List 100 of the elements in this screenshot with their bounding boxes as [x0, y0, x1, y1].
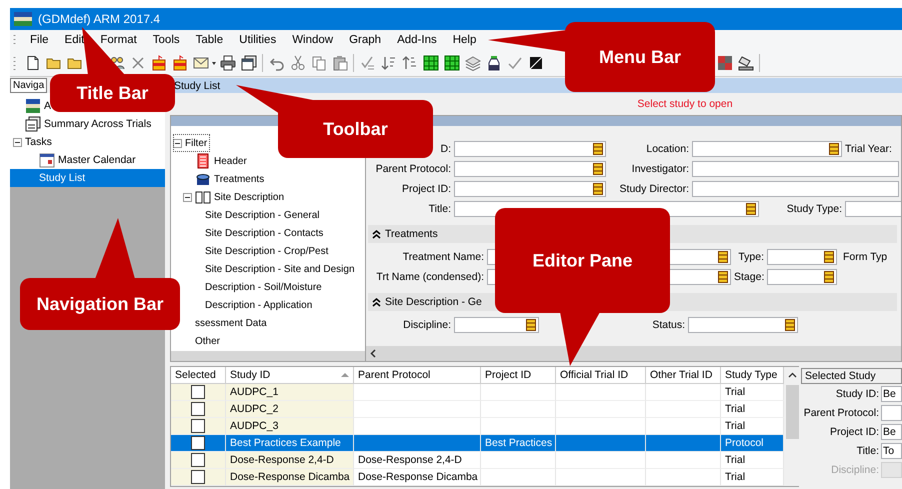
windows-icon[interactable]	[240, 54, 256, 70]
menu-item[interactable]: Utilities	[231, 34, 284, 46]
collapse-icon[interactable]	[372, 229, 381, 239]
tree-item[interactable]: Other	[183, 332, 224, 350]
envelope-icon[interactable]	[192, 54, 208, 70]
grid-icon[interactable]	[422, 54, 438, 70]
nav-item[interactable]: Tasks	[13, 133, 55, 151]
column-header[interactable]: Project ID	[481, 367, 556, 384]
text-field[interactable]	[454, 141, 606, 157]
nav-item[interactable]: A	[13, 97, 54, 115]
tree-item[interactable]: Site Description	[183, 188, 288, 206]
scissors-icon[interactable]	[290, 54, 306, 70]
stack-icon[interactable]	[824, 271, 834, 283]
nav-item[interactable]: Master Calendar	[27, 151, 139, 169]
menu-item[interactable]: Window	[284, 34, 342, 46]
text-field[interactable]	[692, 141, 842, 157]
table-row[interactable]: Dose-Response 2,4-D Dose-Response 2,4-D Trial	[171, 452, 784, 469]
check-icon[interactable]	[506, 54, 522, 70]
cross-icon[interactable]	[130, 54, 146, 70]
nav-item[interactable]: Study List	[10, 169, 165, 187]
text-field[interactable]	[454, 317, 539, 333]
tree-item[interactable]: ssessment Data	[183, 314, 270, 332]
scrollbar-thumb[interactable]	[786, 385, 798, 439]
tree-item[interactable]: Description - Soil/Moisture	[193, 278, 325, 296]
layers-icon[interactable]	[464, 54, 480, 70]
stack-icon[interactable]	[526, 319, 536, 331]
collapse-icon[interactable]	[372, 297, 381, 307]
stack-icon[interactable]	[785, 319, 795, 331]
gift-icon[interactable]	[172, 54, 188, 70]
stack-icon[interactable]	[746, 203, 756, 215]
tree-item[interactable]: Header	[183, 152, 250, 170]
column-header[interactable]: Parent Protocol	[354, 367, 481, 384]
menu-item[interactable]: Help	[444, 34, 484, 46]
check-lines-icon[interactable]	[360, 54, 376, 70]
checker-icon[interactable]	[716, 54, 732, 70]
square-icon[interactable]	[528, 54, 544, 70]
stack-icon[interactable]	[824, 251, 834, 263]
bottle-icon[interactable]	[486, 54, 502, 70]
stamp-icon[interactable]	[738, 54, 754, 70]
menu-item[interactable]: File	[22, 34, 57, 46]
stack-icon[interactable]	[718, 251, 728, 263]
gift-icon[interactable]	[150, 54, 166, 70]
checkbox[interactable]	[191, 470, 205, 484]
clipboard-icon[interactable]	[332, 54, 348, 70]
stack-icon[interactable]	[593, 163, 603, 175]
stack-icon[interactable]	[829, 143, 839, 155]
tree-item[interactable]: Site Description - Site and Design	[193, 260, 358, 278]
column-header[interactable]: Selected	[171, 367, 226, 384]
scrollbar[interactable]	[366, 346, 901, 361]
collapse-icon[interactable]	[13, 138, 22, 146]
table-row[interactable]: AUDPC_1 Trial	[171, 384, 784, 401]
tree-item[interactable]: Site Description - Contacts	[193, 224, 326, 242]
column-header[interactable]: Other Trial ID	[646, 367, 721, 384]
collapse-icon[interactable]	[173, 138, 182, 148]
sort-icon[interactable]	[380, 54, 396, 70]
checkbox[interactable]	[191, 436, 205, 450]
text-field[interactable]	[767, 249, 837, 265]
collapse-icon[interactable]	[183, 192, 192, 202]
text-field[interactable]	[454, 161, 606, 177]
text-field[interactable]	[454, 181, 606, 197]
text-field[interactable]: Be	[881, 424, 902, 440]
tree-item[interactable]: Site Description - General	[193, 206, 322, 224]
scrollbar[interactable]	[171, 351, 365, 361]
tree-item[interactable]: Site Description - Crop/Pest	[193, 242, 332, 260]
column-header[interactable]: Study Type	[721, 367, 784, 384]
grid-icon[interactable]	[444, 54, 460, 70]
text-field[interactable]: To	[881, 442, 902, 458]
scroll-left-icon[interactable]	[370, 349, 376, 358]
text-field[interactable]	[692, 161, 899, 177]
menu-item[interactable]: Graph	[341, 34, 390, 46]
navigation-selector[interactable]: Naviga	[10, 78, 48, 93]
table-row[interactable]: Dose-Response Dicamba Dose-Response Dicamba Trial	[171, 469, 784, 486]
checkbox[interactable]	[191, 385, 205, 399]
checkbox[interactable]	[191, 419, 205, 433]
copy-icon[interactable]	[310, 54, 326, 70]
column-header[interactable]: Official Trial ID	[556, 367, 646, 384]
stack-icon[interactable]	[718, 271, 728, 283]
stack-icon[interactable]	[593, 183, 603, 195]
text-field[interactable]	[767, 269, 837, 285]
table-row[interactable]: AUDPC_2 Trial	[171, 401, 784, 418]
table-row[interactable]: Best Practices Example Best Practices Protocol	[171, 435, 784, 452]
checkbox[interactable]	[191, 453, 205, 467]
column-header[interactable]: Study ID	[226, 367, 354, 384]
menu-item[interactable]: Table	[188, 34, 232, 46]
stack-icon[interactable]	[593, 143, 603, 155]
tree-item[interactable]: Treatments	[183, 170, 268, 188]
tree-item[interactable]: Description - Application	[193, 296, 316, 314]
text-field[interactable]: Be	[881, 386, 902, 402]
text-field[interactable]	[692, 181, 899, 197]
text-field[interactable]	[688, 317, 798, 333]
menu-item[interactable]: Tools	[144, 34, 188, 46]
menu-item[interactable]: Add-Ins	[389, 34, 445, 46]
menu-item[interactable]: Format	[92, 34, 145, 46]
nav-item[interactable]: Summary Across Trials	[13, 115, 154, 133]
printer-icon[interactable]	[220, 54, 236, 70]
sort-icon[interactable]	[402, 54, 418, 70]
scrollbar[interactable]	[784, 367, 800, 486]
page-icon[interactable]	[24, 54, 40, 70]
text-field[interactable]	[881, 404, 902, 420]
tree-item[interactable]: Filter	[173, 134, 210, 152]
